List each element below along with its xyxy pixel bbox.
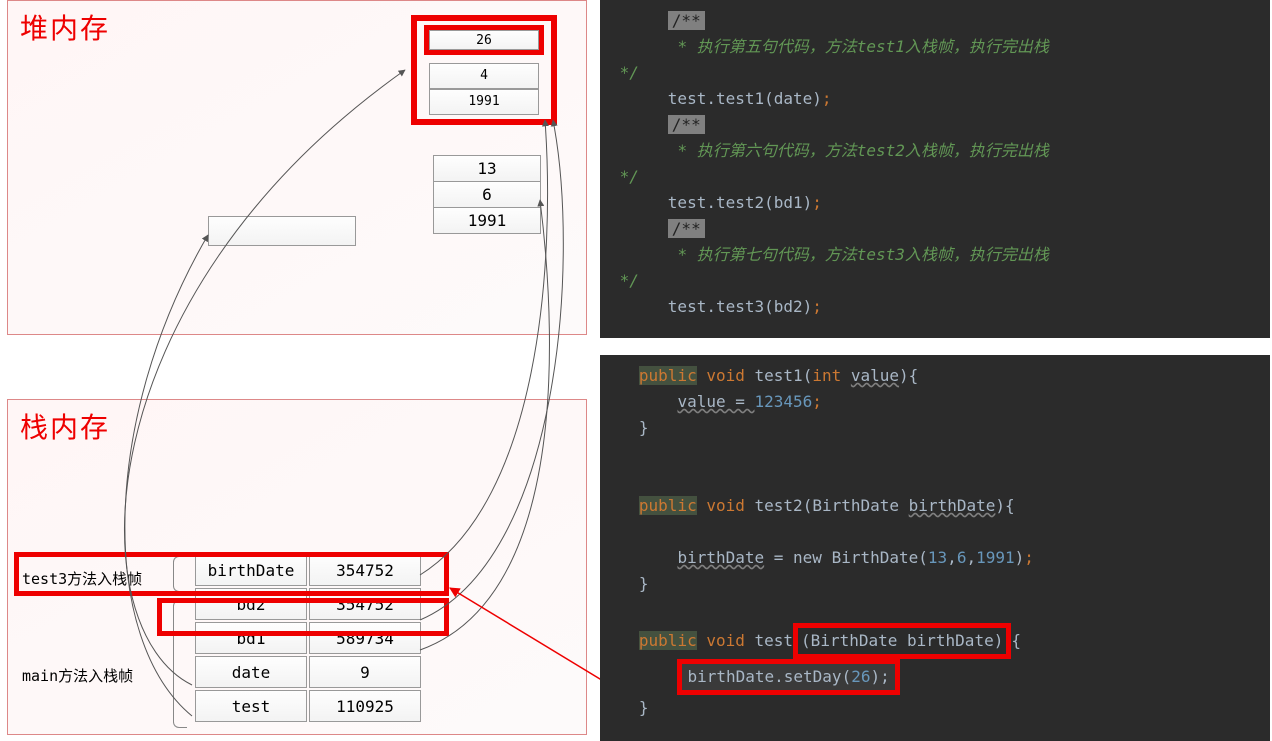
- code-editor-bottom: public void test1(int value){ value = 12…: [600, 355, 1270, 741]
- code-block: public void test1(int value){ value = 12…: [600, 355, 1270, 729]
- heap-obj1-day: 26: [429, 30, 539, 50]
- code-block: /** * 执行第五句代码，方法test1入栈帧，执行完出栈 */ test.t…: [600, 0, 1270, 328]
- highlight-test3-signature: (BirthDate birthDate): [793, 623, 1011, 659]
- heap-obj2-month: 6: [433, 181, 541, 208]
- table-row: date9: [195, 656, 421, 688]
- heap-obj1-year: 1991: [429, 89, 539, 115]
- heap-obj2-day: 13: [433, 155, 541, 182]
- highlight-bd2-row: [157, 598, 449, 636]
- code-editor-top: /** * 执行第五句代码，方法test1入栈帧，执行完出栈 */ test.t…: [600, 0, 1270, 338]
- frame-label-main: main方法入栈帧: [22, 665, 133, 686]
- table-row: test110925: [195, 690, 421, 722]
- highlight-birthdate-row: [14, 552, 449, 596]
- heap-obj1-month: 4: [429, 63, 539, 89]
- stack-title: 栈内存: [8, 400, 586, 452]
- heap-object-1-highlight: 26 4 1991: [411, 15, 557, 125]
- stack-memory-area: 栈内存 test3方法入栈帧 main方法入栈帧 birthDate354752…: [7, 399, 587, 735]
- heap-test-object: [208, 216, 356, 246]
- heap-object-1-day-highlight: 26: [424, 25, 544, 55]
- heap-obj2-year: 1991: [433, 207, 541, 234]
- heap-memory-area: 堆内存 26 4 1991 13 6 1991: [7, 0, 587, 335]
- heap-object-2: 13 6 1991: [433, 156, 541, 234]
- highlight-setday-call: birthDate.setDay(26);: [677, 659, 899, 695]
